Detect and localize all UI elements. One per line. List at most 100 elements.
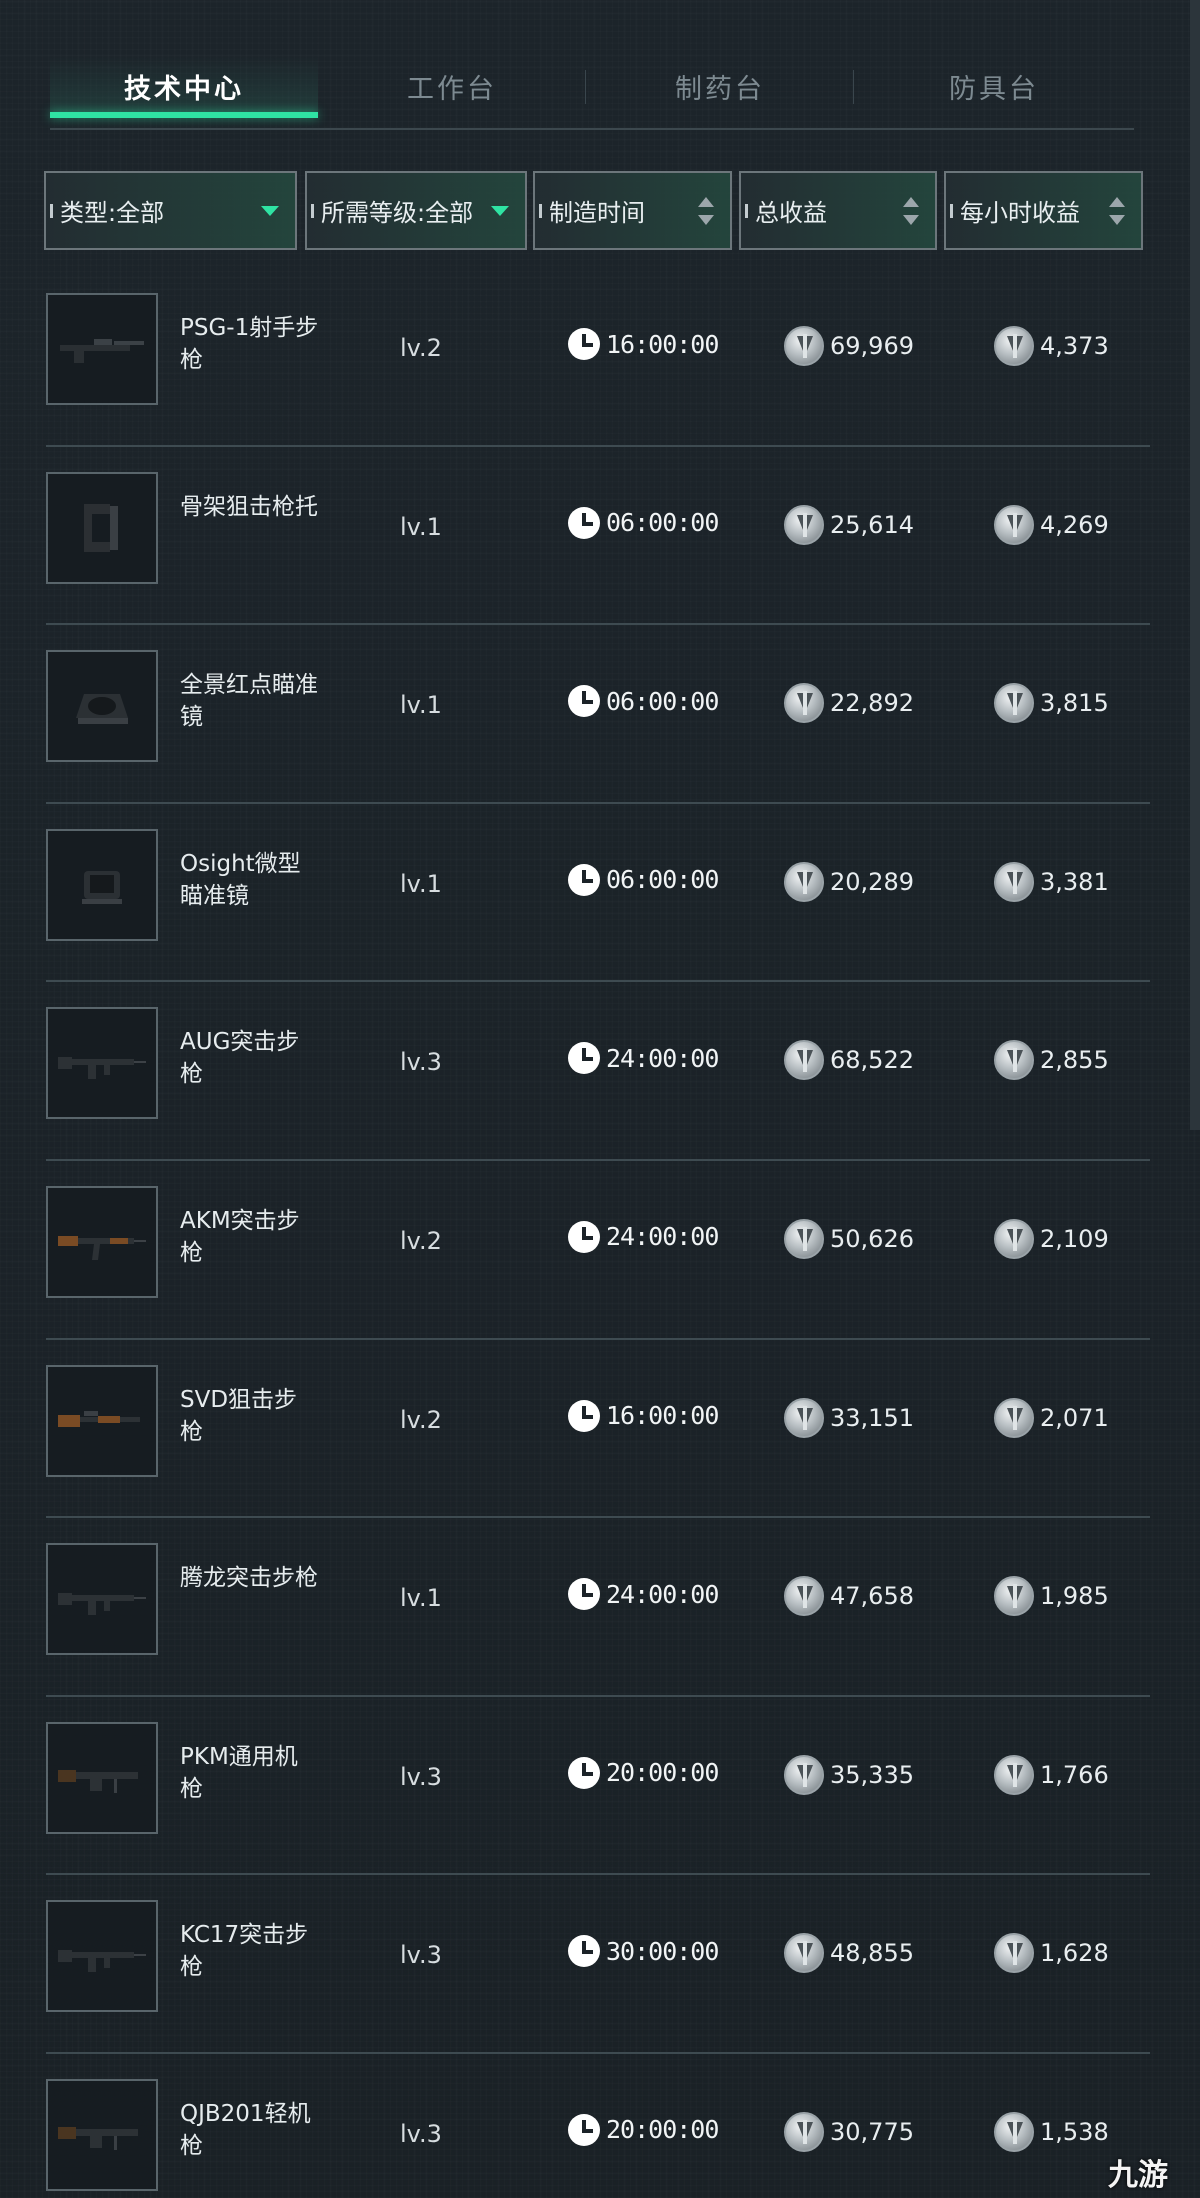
coin-icon [784, 1933, 824, 1974]
total-income-value: 25,614 [830, 510, 914, 539]
item-level: lv.3 [400, 1941, 442, 1970]
item-name: SVD狙击步枪 [180, 1386, 298, 1445]
hourly-income-value: 4,373 [1040, 332, 1109, 360]
clock-icon [568, 1042, 600, 1075]
list-item[interactable]: AUG突击步枪 lv.3 24:00:00 68,522 2,855 [46, 982, 1150, 1161]
list-item[interactable]: PKM通用机枪 lv.3 20:00:00 35,335 1,766 [46, 1697, 1150, 1876]
coin-icon [994, 1040, 1034, 1081]
craft-time: 20:00:00 [568, 1756, 719, 1789]
total-income: 30,775 [784, 2111, 914, 2152]
sort-time-button[interactable]: 制造时间 [533, 171, 732, 250]
item-image [46, 2078, 158, 2191]
item-image [46, 471, 158, 584]
coin-icon [784, 326, 824, 366]
item-level: lv.1 [400, 512, 442, 541]
list-item[interactable]: Osight微型瞄准镜 lv.1 06:00:00 20,289 3,381 [46, 804, 1150, 983]
item-level: lv.3 [400, 1762, 442, 1791]
total-income: 22,892 [784, 683, 914, 724]
craft-time-value: 24:00:00 [606, 1043, 719, 1073]
list-item[interactable]: 腾龙突击步枪 lv.1 24:00:00 47,658 1,985 [46, 1518, 1150, 1697]
item-name: KC17突击步枪 [180, 1922, 309, 1981]
hourly-income-value: 1,766 [1040, 1760, 1109, 1789]
coin-icon [784, 504, 824, 545]
hourly-income-value: 1,985 [1040, 1582, 1109, 1611]
craft-time: 20:00:00 [568, 2113, 719, 2146]
item-name: AUG突击步枪 [180, 1029, 300, 1088]
tab-tech-center[interactable]: 技术中心 [50, 56, 318, 118]
craft-time-value: 30:00:00 [606, 1936, 719, 1966]
list-item[interactable]: AKM突击步枪 lv.2 24:00:00 50,626 2,109 [46, 1161, 1150, 1340]
tab-underline [50, 128, 1134, 130]
hourly-income: 1,985 [994, 1576, 1109, 1617]
craft-time: 16:00:00 [568, 1399, 719, 1432]
tab-label: 防具台 [949, 73, 1039, 105]
clock-icon [568, 1220, 600, 1253]
craft-time: 24:00:00 [568, 1042, 719, 1075]
hourly-income: 3,815 [994, 683, 1109, 724]
item-image [46, 1364, 158, 1477]
clock-icon [568, 2113, 600, 2146]
craft-time: 06:00:00 [568, 506, 719, 539]
craft-time-value: 24:00:00 [606, 1579, 719, 1609]
craft-time: 16:00:00 [568, 328, 719, 360]
item-image [46, 1007, 158, 1120]
scrollbar[interactable] [1190, 0, 1200, 1130]
item-level: lv.1 [400, 691, 442, 720]
caret-down-icon [261, 206, 279, 216]
coin-icon [994, 1218, 1034, 1259]
clock-icon [568, 1399, 600, 1432]
clock-icon [568, 1578, 600, 1611]
craft-time-value: 16:00:00 [606, 329, 719, 359]
craft-time-value: 16:00:00 [606, 1401, 719, 1431]
tab-armor[interactable]: 防具台 [854, 56, 1134, 116]
tab-label: 工作台 [407, 73, 497, 105]
item-name: PKM通用机枪 [180, 1743, 298, 1802]
craft-time: 06:00:00 [568, 863, 719, 896]
caret-down-icon [491, 206, 509, 216]
coin-icon [784, 861, 824, 902]
item-image [46, 293, 158, 405]
list-item[interactable]: SVD狙击步枪 lv.2 16:00:00 33,151 2,071 [46, 1340, 1150, 1519]
item-name: 腾龙突击步枪 [180, 1565, 318, 1592]
item-level: lv.2 [400, 1405, 442, 1434]
coin-icon [784, 1576, 824, 1617]
list-item[interactable]: 全景红点瞄准镜 lv.1 06:00:00 22,892 3,815 [46, 625, 1150, 804]
total-income: 69,969 [784, 326, 914, 366]
list-item[interactable]: PSG-1射手步枪 lv.2 16:00:00 69,969 4,373 [46, 268, 1150, 447]
item-level: lv.1 [400, 1584, 442, 1613]
item-name: Osight微型瞄准镜 [180, 850, 301, 909]
sort-total-button[interactable]: 总收益 [739, 171, 937, 250]
filter-type-dropdown[interactable]: 类型:全部 [44, 171, 297, 250]
list-item[interactable]: QJB201轻机枪 lv.3 20:00:00 30,775 1,538 [46, 2054, 1150, 2198]
coin-icon [994, 683, 1034, 724]
total-income: 33,151 [784, 1397, 914, 1438]
coin-icon [994, 2111, 1034, 2152]
hourly-income: 2,109 [994, 1218, 1109, 1259]
item-image [46, 1900, 158, 2013]
craft-time: 30:00:00 [568, 1935, 719, 1968]
total-income-value: 33,151 [830, 1403, 914, 1432]
craft-time-value: 24:00:00 [606, 1222, 719, 1252]
hourly-income: 1,766 [994, 1754, 1109, 1795]
total-income: 25,614 [784, 504, 914, 545]
sort-hourly-button[interactable]: 每小时收益 [944, 171, 1143, 250]
hourly-income: 4,373 [994, 326, 1109, 366]
list-item[interactable]: KC17突击步枪 lv.3 30:00:00 48,855 1,628 [46, 1875, 1150, 2054]
clock-icon [568, 863, 600, 896]
tab-pharmacy[interactable]: 制药台 [586, 56, 854, 116]
total-income: 47,658 [784, 1576, 914, 1617]
sort-time-label: 制造时间 [549, 199, 645, 227]
coin-icon [784, 1754, 824, 1795]
filter-level-dropdown[interactable]: 所需等级:全部 [305, 171, 527, 250]
filter-type-label: 类型:全部 [60, 199, 165, 227]
item-level: lv.2 [400, 334, 442, 362]
sort-hourly-label: 每小时收益 [960, 199, 1080, 227]
sort-icon [1109, 197, 1127, 229]
total-income: 68,522 [784, 1040, 914, 1081]
tab-label: 技术中心 [124, 73, 244, 105]
craft-time: 06:00:00 [568, 685, 719, 718]
list-item[interactable]: 骨架狙击枪托 lv.1 06:00:00 25,614 4,269 [46, 447, 1150, 626]
tab-workbench[interactable]: 工作台 [318, 56, 586, 116]
coin-icon [784, 1218, 824, 1259]
item-level: lv.3 [400, 2119, 442, 2148]
